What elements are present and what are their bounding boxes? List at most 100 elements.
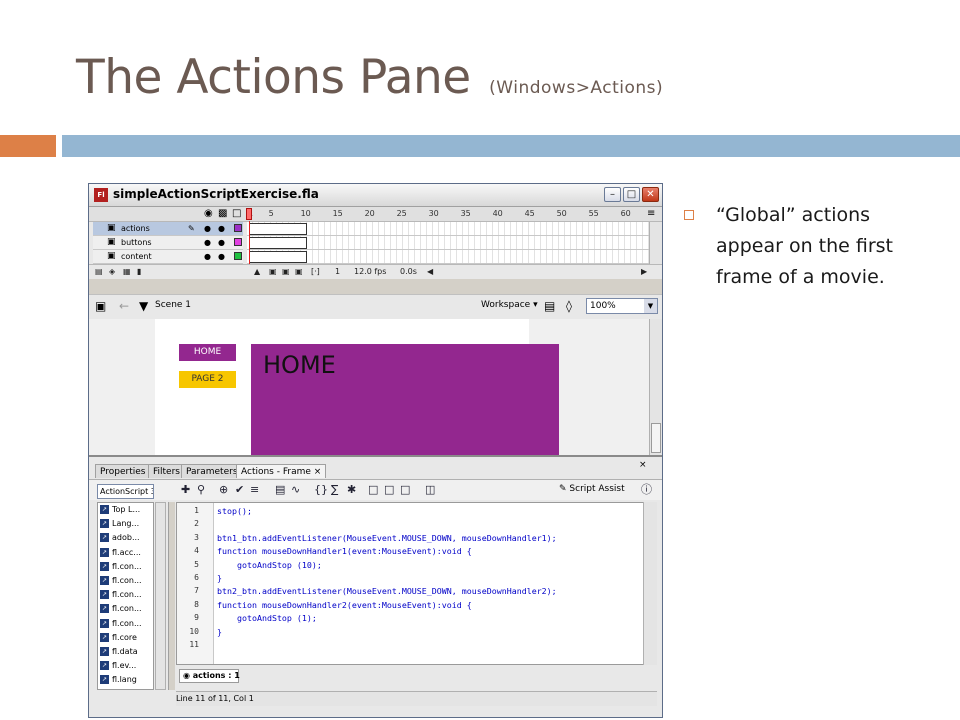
edit-scene-icon[interactable]: ▤ xyxy=(544,299,555,313)
edit-multiple-icon[interactable]: ▣ xyxy=(295,265,303,279)
actions-toolbox[interactable]: ↗ Top L... ↗ Lang... ↗ adob... ↗ fl.acc... ↗ fl.c… xyxy=(97,502,154,690)
playhead-handle[interactable] xyxy=(246,208,252,220)
toolbox-scrollbar[interactable] xyxy=(155,502,166,690)
onion-skin-icon[interactable]: ▣ xyxy=(269,265,277,279)
toolbox-item[interactable]: ↗ adob... xyxy=(98,531,153,545)
outline-icon[interactable]: □ xyxy=(232,208,241,220)
layer-color-swatch[interactable] xyxy=(234,252,242,260)
close-tab-icon[interactable]: × xyxy=(314,467,322,477)
toolbox-item[interactable]: ↗ fl.acc... xyxy=(98,546,153,560)
add-statement-icon[interactable]: ✚ xyxy=(181,483,190,497)
remove-comment-icon[interactable]: □ xyxy=(400,483,410,497)
debug-options-icon[interactable]: ∿ xyxy=(291,483,300,497)
collapse-braces-icon[interactable]: {} xyxy=(314,483,328,497)
edit-symbol-icon[interactable]: ◊ xyxy=(566,299,572,313)
lock-dot[interactable]: ● xyxy=(218,236,225,249)
check-syntax-icon[interactable]: ✔ xyxy=(235,483,244,497)
home-button[interactable]: HOME xyxy=(179,344,236,361)
panel-collapse-icon[interactable]: × xyxy=(639,460,647,470)
tab-filters[interactable]: Filters xyxy=(148,464,185,478)
motion-guide-icon[interactable]: ◈ xyxy=(109,265,115,279)
collapse-selection-icon[interactable]: ∑ xyxy=(331,483,338,497)
actionscript-version-select[interactable]: ActionScript 3 xyxy=(97,484,154,499)
page2-button[interactable]: PAGE 2 xyxy=(179,371,236,388)
toolbox-item[interactable]: ↗ fl.lang xyxy=(98,673,153,687)
lock-icon[interactable]: ▩ xyxy=(218,208,227,220)
onion-outline-icon[interactable]: ▣ xyxy=(282,265,290,279)
scene-label[interactable]: Scene 1 xyxy=(155,300,191,310)
tab-actions-frame[interactable]: Actions - Frame × xyxy=(236,464,327,478)
toolbox-item[interactable]: ↗ fl.ev... xyxy=(98,659,153,673)
back-arrow-icon[interactable]: ← xyxy=(119,299,129,313)
apply-block-comment-icon[interactable]: □ xyxy=(368,483,378,497)
insert-layer-icon[interactable]: ▤ xyxy=(95,265,103,279)
layer-row[interactable]: ▣ content ● ● xyxy=(93,250,243,264)
tab-properties[interactable]: Properties xyxy=(95,464,151,478)
expand-all-icon[interactable]: ✱ xyxy=(347,483,356,497)
scroll-right-icon[interactable]: ▶ xyxy=(641,265,647,279)
code-line[interactable]: } xyxy=(217,573,222,583)
script-editor[interactable]: 1 2 3 4 5 6 7 8 9 10 11 stop(); btn1_btn.addEventLi… xyxy=(176,502,657,665)
pane-splitter[interactable] xyxy=(168,502,175,690)
target-path-icon[interactable]: ⊕ xyxy=(219,483,228,497)
stage-scrollbar[interactable] xyxy=(649,319,662,455)
layer-color-swatch[interactable] xyxy=(234,224,242,232)
stage-canvas[interactable]: HOME PAGE 2 HOME xyxy=(155,319,559,455)
toolbox-item[interactable]: ↗fl.live... xyxy=(98,687,153,689)
code-line[interactable]: function mouseDownHandler1(event:MouseEv… xyxy=(217,546,472,556)
center-frame-icon[interactable]: ▲ xyxy=(254,265,260,279)
keyframe-span-content[interactable] xyxy=(249,251,307,263)
chevron-down-icon[interactable]: ▼ xyxy=(644,299,657,313)
toolbox-item[interactable]: ↗ Lang... xyxy=(98,517,153,531)
layer-folder-icon[interactable]: ▦ xyxy=(123,265,131,279)
toolbox-item[interactable]: ↗ fl.con... xyxy=(98,588,153,602)
toolbox-item[interactable]: ↗ fl.con... xyxy=(98,574,153,588)
frame-grid[interactable] xyxy=(247,222,649,264)
visible-dot[interactable]: ● xyxy=(204,250,211,263)
maximize-button[interactable]: □ xyxy=(623,187,640,202)
workspace-menu[interactable]: Workspace ▾ xyxy=(481,300,538,310)
layer-row[interactable]: ▣ buttons ● ● xyxy=(93,236,243,250)
code-line[interactable]: stop(); xyxy=(217,506,252,516)
zoom-select[interactable]: 100% ▼ xyxy=(586,298,658,314)
code-line[interactable]: gotoAndStop (1); xyxy=(217,613,317,623)
toolbox-item[interactable]: ↗ fl.con... xyxy=(98,602,153,616)
scroll-left-icon[interactable]: ◀ xyxy=(427,265,433,279)
lock-dot[interactable]: ● xyxy=(218,250,225,263)
code-line[interactable]: gotoAndStop (10); xyxy=(217,560,322,570)
keyframe-span-buttons[interactable] xyxy=(249,237,307,249)
visible-dot[interactable]: ● xyxy=(204,236,211,249)
toolbox-item[interactable]: ↗ fl.core xyxy=(98,631,153,645)
editor-scrollbar[interactable] xyxy=(643,502,657,665)
stage-scroll-thumb[interactable] xyxy=(651,423,661,453)
modify-markers-icon[interactable]: [·] xyxy=(311,265,320,279)
close-button[interactable]: ✕ xyxy=(642,187,659,202)
tab-parameters[interactable]: Parameters xyxy=(181,464,243,478)
toolbox-item[interactable]: ↗ fl.data xyxy=(98,645,153,659)
minimize-button[interactable]: – xyxy=(604,187,621,202)
lock-dot[interactable]: ● xyxy=(218,222,225,235)
layer-color-swatch[interactable] xyxy=(234,238,242,246)
show-toolbox-icon[interactable]: ◫ xyxy=(425,483,435,497)
window-titlebar[interactable]: Fl simpleActionScriptExercise.fla – □ ✕ xyxy=(89,184,662,207)
apply-line-comment-icon[interactable]: □ xyxy=(384,483,394,497)
layer-row[interactable]: ▣ actions ✎ ● ● xyxy=(93,222,243,236)
code-hint-icon[interactable]: ▤ xyxy=(275,483,285,497)
toolbox-item[interactable]: ↗ fl.con... xyxy=(98,617,153,631)
keyframe-span-actions[interactable] xyxy=(249,223,307,235)
help-icon[interactable]: ⓘ xyxy=(641,483,652,497)
code-line[interactable]: function mouseDownHandler2(event:MouseEv… xyxy=(217,600,472,610)
timeline-menu-icon[interactable]: ≡ xyxy=(647,208,655,220)
toolbox-item[interactable]: ↗ fl.con... xyxy=(98,560,153,574)
trash-icon[interactable]: ▮ xyxy=(137,265,141,279)
code-line[interactable]: btn2_btn.addEventListener(MouseEvent.MOU… xyxy=(217,586,557,596)
script-assist-button[interactable]: ✎ Script Assist xyxy=(559,484,625,494)
eye-icon[interactable]: ◉ xyxy=(204,208,213,220)
code-line[interactable]: } xyxy=(217,627,222,637)
visible-dot[interactable]: ● xyxy=(204,222,211,235)
toolbox-item[interactable]: ↗ Top L... xyxy=(98,503,153,517)
find-icon[interactable]: ⚲ xyxy=(197,483,205,497)
script-doc-tab[interactable]: ◉ actions : 1 xyxy=(179,669,240,683)
auto-format-icon[interactable]: ≡ xyxy=(250,483,259,497)
code-line[interactable]: btn1_btn.addEventListener(MouseEvent.MOU… xyxy=(217,533,557,543)
